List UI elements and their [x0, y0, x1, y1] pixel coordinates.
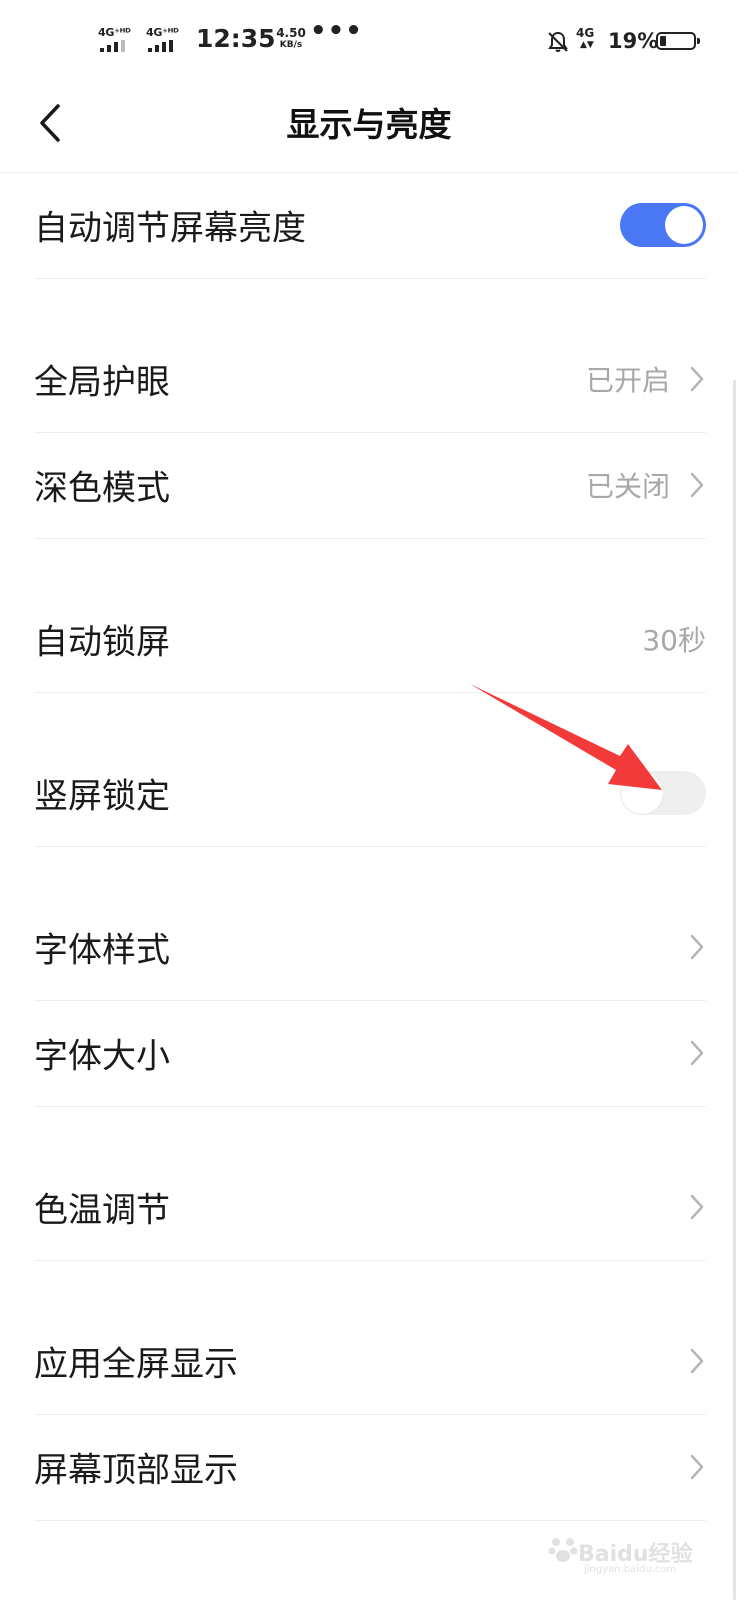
setting-eye-care[interactable]: 全局护眼 已开启: [34, 326, 706, 433]
setting-portrait-lock[interactable]: 竖屏锁定: [34, 740, 706, 847]
setting-label: 自动锁屏: [34, 622, 170, 663]
status-bar: 4G⁺ᴴᴰ 4G⁺ᴴᴰ 12:35 4.50 KB/s ••• 4G ▲▼ 19…: [0, 0, 738, 82]
portrait-lock-toggle[interactable]: [620, 771, 706, 815]
chevron-right-icon: [690, 472, 704, 498]
setting-font-style[interactable]: 字体样式: [34, 894, 706, 1001]
auto-brightness-toggle[interactable]: [620, 203, 706, 247]
signal-icon: [148, 40, 184, 52]
setting-label: 竖屏锁定: [34, 776, 170, 817]
setting-dark-mode[interactable]: 深色模式 已关闭: [34, 432, 706, 539]
scrollbar[interactable]: [733, 380, 736, 1600]
sim1-signal: 4G⁺ᴴᴰ: [98, 26, 140, 54]
chevron-right-icon: [690, 1348, 704, 1374]
mobile-data-indicator: 4G ▲▼: [576, 26, 595, 50]
setting-auto-lock[interactable]: 自动锁屏 30秒: [34, 586, 706, 693]
more-notifications-icon: •••: [310, 16, 363, 46]
paw-logo-icon: [548, 1538, 578, 1562]
sim2-network-label: 4G⁺ᴴᴰ: [146, 26, 179, 39]
status-time: 12:35: [196, 24, 276, 53]
battery-percent: 19%: [608, 29, 659, 53]
page-title: 显示与亮度: [286, 105, 452, 144]
setting-label: 屏幕顶部显示: [34, 1450, 238, 1491]
chevron-right-icon: [690, 1040, 704, 1066]
chevron-right-icon: [690, 934, 704, 960]
chevron-right-icon: [690, 1454, 704, 1480]
chevron-right-icon: [690, 1194, 704, 1220]
setting-label: 全局护眼: [34, 362, 170, 403]
network-speed: 4.50 KB/s: [271, 27, 311, 51]
setting-auto-brightness[interactable]: 自动调节屏幕亮度: [34, 172, 706, 279]
battery-icon: [656, 32, 700, 50]
settings-screen: 4G⁺ᴴᴰ 4G⁺ᴴᴰ 12:35 4.50 KB/s ••• 4G ▲▼ 19…: [0, 0, 738, 1600]
status-right-group: 4G ▲▼ 19%: [546, 26, 702, 58]
battery-fill: [660, 36, 666, 46]
sim2-signal: 4G⁺ᴴᴰ: [146, 26, 188, 54]
setting-value: 30秒: [642, 624, 706, 657]
setting-label: 字体样式: [34, 930, 170, 971]
mute-bell-icon: [548, 31, 568, 52]
app-header: 显示与亮度: [0, 82, 738, 173]
setting-label: 深色模式: [34, 468, 170, 509]
setting-value: 已关闭: [585, 470, 670, 503]
setting-font-size[interactable]: 字体大小: [34, 1000, 706, 1107]
setting-label: 字体大小: [34, 1036, 170, 1077]
signal-icon: [100, 40, 136, 52]
mobile-data-type: 4G: [576, 26, 595, 40]
setting-color-temperature[interactable]: 色温调节: [34, 1154, 706, 1261]
sim1-network-label: 4G⁺ᴴᴰ: [98, 26, 131, 39]
setting-app-fullscreen[interactable]: 应用全屏显示: [34, 1308, 706, 1415]
network-speed-value: 4.50: [276, 26, 306, 40]
baidu-watermark: Baidu经验 jingyan.baidu.com: [548, 1520, 708, 1580]
setting-value: 已开启: [585, 364, 670, 397]
setting-label: 自动调节屏幕亮度: [34, 208, 306, 249]
setting-label: 色温调节: [34, 1190, 170, 1231]
chevron-right-icon: [690, 366, 704, 392]
data-activity-icon: ▲▼: [580, 40, 594, 50]
network-speed-unit: KB/s: [279, 40, 303, 50]
watermark-subtext: jingyan.baidu.com: [584, 1564, 677, 1575]
setting-label: 应用全屏显示: [34, 1344, 238, 1385]
setting-top-display[interactable]: 屏幕顶部显示: [34, 1414, 706, 1521]
